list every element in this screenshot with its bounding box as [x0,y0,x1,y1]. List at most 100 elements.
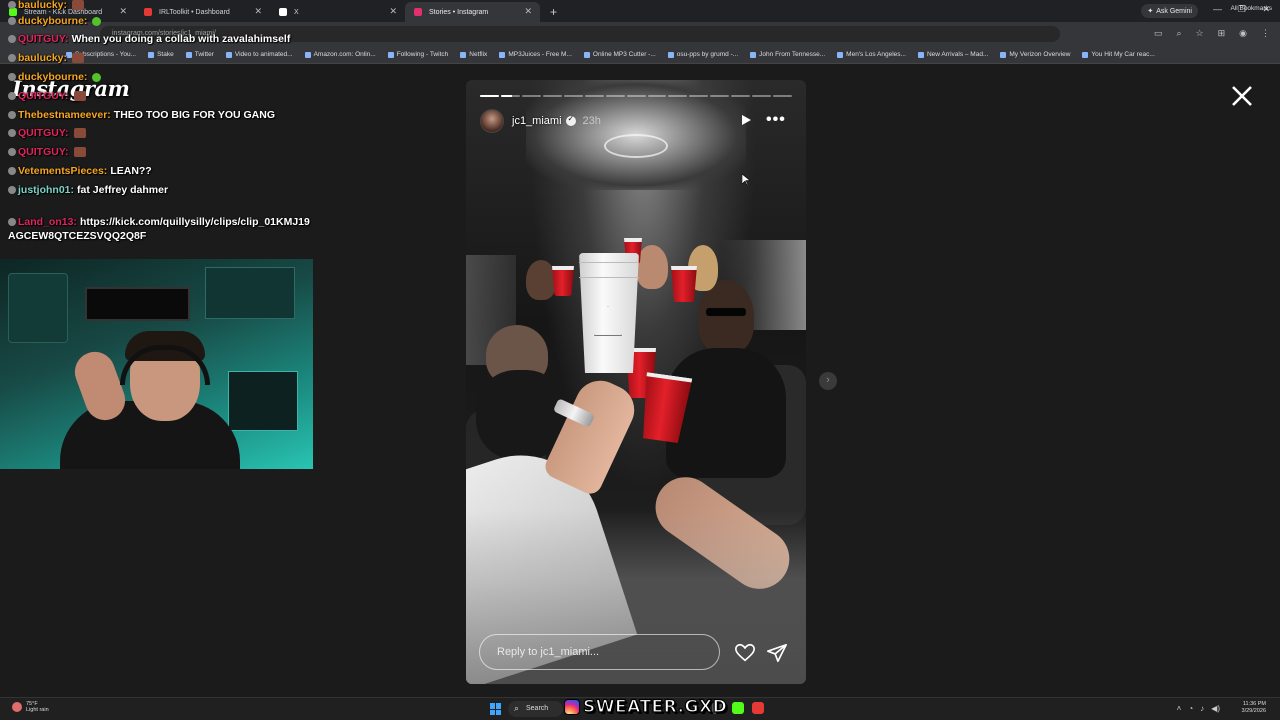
chat-username[interactable]: Thebestnameever: [18,109,111,121]
weather-widget[interactable]: 75°F Light rain [12,701,49,713]
bookmark-item[interactable]: My Verizon Overview [1000,51,1070,58]
chat-username[interactable]: Land_on13: [18,216,77,228]
bookmark-label: Online MP3 Cutter -... [592,51,656,58]
app-icon[interactable] [752,702,764,714]
tab-label: X [294,8,299,16]
bookmark-favicon-icon [460,51,467,58]
styrofoam-cup-rim [579,262,639,278]
chevron-up-icon[interactable]: ˄ [1177,704,1182,713]
streamer [40,331,240,469]
story-username[interactable]: jc1_miami [512,115,562,127]
network-icon[interactable]: ◔ [1188,704,1193,713]
chat-emote-icon [92,16,102,26]
mic-icon[interactable]: ♪ [1200,704,1204,713]
toolbar-icons: ▭ ⌕ ☆ ⊞ ◉ ⋮ [1154,28,1270,39]
plus-icon[interactable]: + [540,5,567,22]
reply-placeholder: Reply to jc1_miami... [497,646,600,658]
browser-tab[interactable]: IRLToolkit • Dashboard ✕ [135,2,270,22]
heart-icon[interactable] [734,642,756,664]
story-progress-segment [752,95,772,97]
bookmark-item[interactable]: Twitter [185,51,214,58]
story-header: jc1_miami 23h [480,108,601,134]
story-progress-segment [689,95,709,97]
chat-username[interactable]: baulucky: [18,52,67,64]
taskbar-search[interactable]: Search [508,701,563,717]
bookmark-favicon-icon [1000,51,1007,58]
chat-message: QUITGUY: [8,146,86,158]
story-progress-bar [480,95,793,97]
chat-message: AGCEW8QTCEZSVQQ2Q8F [8,230,146,242]
chat-username[interactable]: QUITGUY: [18,127,69,139]
chat-text: AGCEW8QTCEZSVQQ2Q8F [8,230,147,242]
chat-username[interactable]: VetementsPieces: [18,165,107,177]
windows-start-icon[interactable] [490,703,502,715]
bookmark-star-icon[interactable]: ☆ [1196,28,1204,39]
bookmark-item[interactable]: osu-pps by grumd -... [667,51,738,58]
play-icon[interactable] [740,114,752,126]
reply-input[interactable]: Reply to jc1_miami... [479,634,720,670]
browser-tab[interactable]: X ✕ [270,2,405,22]
tab-favicon-icon [279,8,287,16]
tab-close-icon[interactable]: ✕ [119,6,127,17]
kick-app-icon[interactable] [732,702,744,714]
chat-message: Thebestnameever: THEO TOO BIG FOR YOU GAN… [8,109,275,121]
volume-icon[interactable]: ◀) [1211,704,1220,713]
menu-icon[interactable]: ⋮ [1261,28,1270,39]
bookmarks-bar: Subscriptions - You... Stake Twitter Video … [0,46,1280,64]
instagram-icon [564,699,580,715]
chat-username[interactable]: baulucky: [18,0,67,11]
bookmark-item[interactable]: Following - Twitch [387,51,449,58]
bookmark-item[interactable]: Men's Los Angeles... [837,51,906,58]
chat-badge-icon [8,186,16,195]
bookmark-favicon-icon [837,51,844,58]
chat-username[interactable]: duckybourne: [18,71,87,83]
zoom-icon[interactable]: ⌕ [1176,28,1181,39]
bookmark-favicon-icon [1082,51,1089,58]
chat-username[interactable]: QUITGUY: [18,90,69,102]
send-icon[interactable] [766,642,788,664]
bookmark-item[interactable]: Stake [148,51,174,58]
bookmark-favicon-icon [583,51,590,58]
bookmark-item[interactable]: Amazon.com: Onlin... [304,51,376,58]
bookmark-item[interactable]: Online MP3 Cutter -... [583,51,656,58]
bookmark-item[interactable]: You Hit My Car reac... [1082,51,1155,58]
tab-favicon-icon [144,8,152,16]
chat-username[interactable]: duckybourne: [18,15,87,27]
browser-tab-strip: Stream - Kick Dashboard ✕ IRLToolkit • Das… [0,0,1280,22]
cast-icon[interactable]: ▭ [1154,28,1163,39]
verified-badge-icon [565,114,576,126]
screen: Stream - Kick Dashboard ✕ IRLToolkit • Das… [0,0,1280,720]
all-bookmarks-button[interactable]: All Bookmarks [1230,5,1272,12]
minimize-icon[interactable]: — [1213,4,1222,14]
story-viewer[interactable]: jc1_miami 23h ••• Reply to jc1_miami... [466,80,806,684]
bookmark-label: Stake [157,51,174,58]
profile-icon[interactable]: ◉ [1239,28,1247,39]
tab-close-icon[interactable]: ✕ [524,6,532,17]
chat-message: duckybourne: [8,15,102,27]
tab-favicon-icon [414,8,422,16]
bookmark-item[interactable]: MP3Juices - Free M... [499,51,572,58]
more-options-icon[interactable]: ••• [766,111,786,129]
story-avatar[interactable] [480,109,504,133]
chat-username[interactable]: justjohn01: [18,184,74,196]
tab-close-icon[interactable]: ✕ [254,6,262,17]
bookmark-item[interactable]: New Arrivals – Mad... [917,51,989,58]
bookmark-label: My Verizon Overview [1009,51,1071,58]
bookmark-label: Following - Twitch [396,51,449,58]
bookmark-item[interactable]: John From Tennesse... [750,51,825,58]
tab-close-icon[interactable]: ✕ [389,6,397,17]
ask-gemini-button[interactable]: ✦ Ask Gemini [1141,4,1198,18]
chat-username[interactable]: QUITGUY: [18,146,69,158]
close-icon[interactable] [1230,84,1254,108]
taskbar-clock[interactable]: 11:36 PM 3/29/2026 [1242,701,1266,715]
chat-text: THEO TOO BIG FOR YOU GANG [113,109,276,121]
extension-icon[interactable]: ⊞ [1218,28,1226,39]
browser-tab[interactable]: Stories • Instagram ✕ [405,2,540,22]
bookmark-label: Men's Los Angeles... [846,51,906,58]
chat-username[interactable]: QUITGUY: [18,33,69,45]
bookmark-label: Netflix [469,51,488,58]
bookmark-item[interactable]: Netflix [460,51,487,58]
bookmark-label: New Arrivals – Mad... [926,51,989,58]
bookmark-item[interactable]: Video to animated... [225,51,293,58]
chevron-right-icon[interactable]: › [819,372,837,390]
